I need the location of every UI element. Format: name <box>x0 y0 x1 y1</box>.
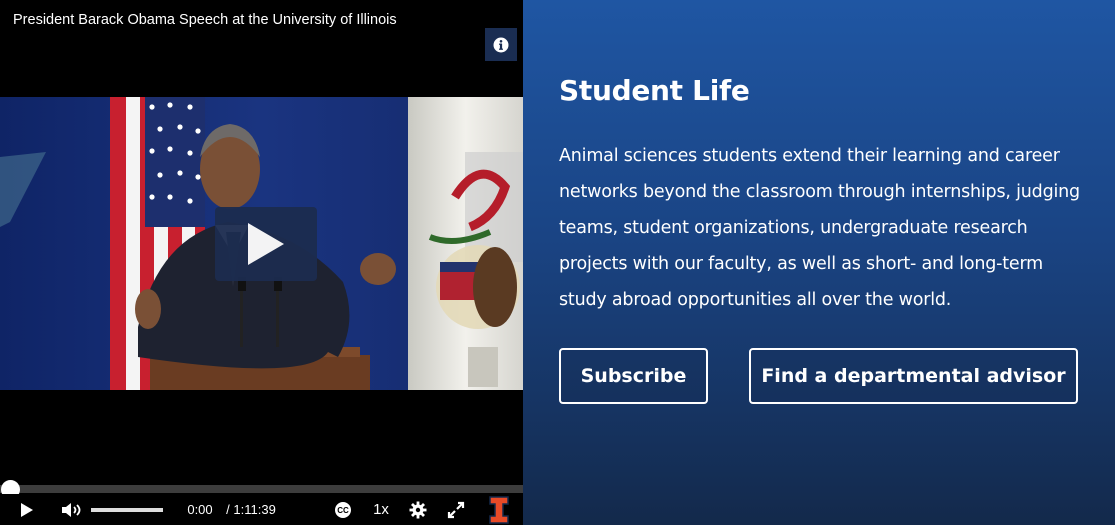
video-player[interactable]: President Barack Obama Speech at the Uni… <box>0 0 523 525</box>
progress-bar[interactable] <box>0 485 523 493</box>
play-icon <box>248 223 284 265</box>
info-button[interactable] <box>485 28 517 61</box>
duration: / 1:11:39 <box>226 502 276 517</box>
gear-icon <box>409 501 427 518</box>
volume-icon <box>62 502 81 517</box>
volume-fill <box>91 508 163 512</box>
illinois-block-i-logo <box>489 495 509 524</box>
play-icon <box>21 502 33 517</box>
svg-text:CC: CC <box>337 506 349 515</box>
playback-speed-button[interactable]: 1x <box>368 494 394 525</box>
mute-button[interactable] <box>58 494 86 525</box>
subscribe-button[interactable]: Subscribe <box>559 348 708 404</box>
settings-button[interactable] <box>405 494 431 525</box>
play-button[interactable] <box>10 494 44 525</box>
fullscreen-button[interactable] <box>443 494 469 525</box>
find-advisor-button[interactable]: Find a departmental advisor <box>749 348 1078 404</box>
fullscreen-icon <box>447 501 465 518</box>
section-heading: Student Life <box>559 74 750 107</box>
info-icon <box>493 37 509 52</box>
section-description: Animal sciences students extend their le… <box>559 146 1080 310</box>
student-life-panel: Student Life Animal sciences students ex… <box>523 0 1115 525</box>
volume-slider[interactable] <box>91 508 163 512</box>
current-time: 0:00 <box>187 502 213 517</box>
brand-logo[interactable] <box>484 494 514 525</box>
closed-captions-icon: CC <box>335 501 351 518</box>
control-bar: 0:00 / 1:11:39 CC 1x <box>0 494 523 525</box>
captions-button[interactable]: CC <box>330 494 356 525</box>
video-title: President Barack Obama Speech at the Uni… <box>13 12 397 28</box>
big-play-button[interactable] <box>215 207 317 281</box>
